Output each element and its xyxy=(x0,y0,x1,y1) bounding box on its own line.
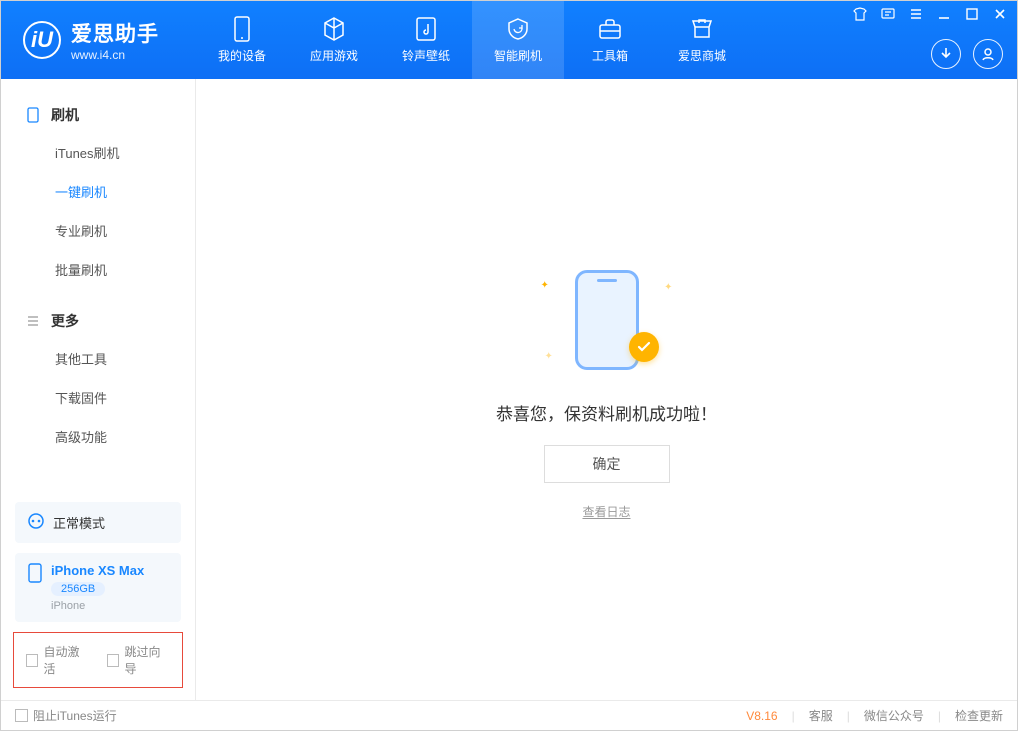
app-title: 爱思助手 xyxy=(71,18,159,48)
sidebar-item-advanced[interactable]: 高级功能 xyxy=(1,417,195,456)
shirt-icon[interactable] xyxy=(851,5,869,23)
phone-icon xyxy=(229,16,255,42)
sidebar-item-itunes-flash[interactable]: iTunes刷机 xyxy=(1,133,195,172)
view-log-link[interactable]: 查看日志 xyxy=(582,503,630,520)
sparkle-icon: ✦ xyxy=(664,282,672,293)
sidebar-item-oneclick-flash[interactable]: 一键刷机 xyxy=(1,172,195,211)
window-controls xyxy=(851,5,1009,23)
sidebar-item-pro-flash[interactable]: 专业刷机 xyxy=(1,211,195,250)
activation-options: 自动激活 跳过向导 xyxy=(13,632,183,688)
checkbox-icon xyxy=(26,654,38,667)
sidebar-item-batch-flash[interactable]: 批量刷机 xyxy=(1,250,195,289)
app-subtitle: www.i4.cn xyxy=(71,48,159,62)
mode-icon xyxy=(27,512,45,533)
user-button[interactable] xyxy=(973,39,1003,69)
link-wechat[interactable]: 微信公众号 xyxy=(864,707,924,724)
check-badge-icon xyxy=(629,332,659,362)
phone-illustration-body xyxy=(575,270,639,370)
checkbox-icon xyxy=(15,709,28,722)
ok-button[interactable]: 确定 xyxy=(544,445,670,483)
sidebar: 刷机 iTunes刷机 一键刷机 专业刷机 批量刷机 更多 其他工具 下载固件 … xyxy=(1,79,196,700)
tab-apps-games[interactable]: 应用游戏 xyxy=(288,1,380,79)
tab-label: 爱思商城 xyxy=(678,47,726,64)
mode-label: 正常模式 xyxy=(53,513,105,532)
phone-small-icon xyxy=(27,563,43,586)
success-message: 恭喜您，保资料刷机成功啦！ xyxy=(496,400,717,425)
checkbox-label: 自动激活 xyxy=(43,643,89,677)
store-icon xyxy=(689,16,715,42)
checkbox-icon xyxy=(107,654,119,667)
app-logo-icon: iU xyxy=(23,21,61,59)
tab-label: 工具箱 xyxy=(592,47,628,64)
device-card[interactable]: iPhone XS Max 256GB iPhone xyxy=(15,553,181,622)
sparkle-icon: ✦ xyxy=(545,351,553,362)
tab-toolbox[interactable]: 工具箱 xyxy=(564,1,656,79)
toolbox-icon xyxy=(597,16,623,42)
maximize-icon[interactable] xyxy=(963,5,981,23)
minimize-icon[interactable] xyxy=(935,5,953,23)
music-icon xyxy=(413,16,439,42)
sidebar-item-other-tools[interactable]: 其他工具 xyxy=(1,339,195,378)
mode-card[interactable]: 正常模式 xyxy=(15,502,181,543)
checkbox-skip-wizard[interactable]: 跳过向导 xyxy=(107,643,170,677)
device-icon xyxy=(25,107,41,123)
list-icon xyxy=(25,313,41,329)
cube-icon xyxy=(321,16,347,42)
tab-label: 铃声壁纸 xyxy=(402,47,450,64)
main-content: ✦ ✦ ✦ 恭喜您，保资料刷机成功啦！ 确定 查看日志 xyxy=(196,79,1017,700)
tab-label: 应用游戏 xyxy=(310,47,358,64)
divider: | xyxy=(847,709,850,723)
tab-smart-flash[interactable]: 智能刷机 xyxy=(472,1,564,79)
tab-label: 智能刷机 xyxy=(494,47,542,64)
tab-label: 我的设备 xyxy=(218,47,266,64)
top-tabs: 我的设备 应用游戏 铃声壁纸 智能刷机 工具箱 爱思商城 xyxy=(196,1,748,79)
refresh-icon xyxy=(505,16,531,42)
sparkle-icon: ✦ xyxy=(541,280,549,291)
sidebar-group-label: 刷机 xyxy=(51,105,79,125)
device-type: iPhone xyxy=(51,600,144,612)
checkbox-label: 阻止iTunes运行 xyxy=(33,707,117,724)
tab-ringtones[interactable]: 铃声壁纸 xyxy=(380,1,472,79)
link-check-update[interactable]: 检查更新 xyxy=(955,707,1003,724)
version-label: V8.16 xyxy=(746,709,777,723)
feedback-icon[interactable] xyxy=(879,5,897,23)
sidebar-group-label: 更多 xyxy=(51,311,79,331)
close-icon[interactable] xyxy=(991,5,1009,23)
checkbox-auto-activate[interactable]: 自动激活 xyxy=(26,643,89,677)
sidebar-item-download-firmware[interactable]: 下载固件 xyxy=(1,378,195,417)
title-bar: iU 爱思助手 www.i4.cn 我的设备 应用游戏 铃声壁纸 智能刷机 工具… xyxy=(1,1,1017,79)
tab-store[interactable]: 爱思商城 xyxy=(656,1,748,79)
app-logo-block: iU 爱思助手 www.i4.cn xyxy=(1,1,196,79)
tab-my-device[interactable]: 我的设备 xyxy=(196,1,288,79)
link-support[interactable]: 客服 xyxy=(809,707,833,724)
checkbox-block-itunes[interactable]: 阻止iTunes运行 xyxy=(15,707,117,724)
checkbox-label: 跳过向导 xyxy=(124,643,170,677)
divider: | xyxy=(792,709,795,723)
success-illustration: ✦ ✦ ✦ xyxy=(547,260,667,380)
menu-icon[interactable] xyxy=(907,5,925,23)
sidebar-group-more: 更多 xyxy=(1,303,195,339)
status-bar: 阻止iTunes运行 V8.16 | 客服 | 微信公众号 | 检查更新 xyxy=(1,700,1017,730)
divider: | xyxy=(938,709,941,723)
header-actions xyxy=(931,39,1003,69)
download-button[interactable] xyxy=(931,39,961,69)
device-capacity: 256GB xyxy=(51,582,105,596)
phone-notch xyxy=(597,279,617,282)
sidebar-group-flash: 刷机 xyxy=(1,97,195,133)
device-name: iPhone XS Max xyxy=(51,563,144,578)
